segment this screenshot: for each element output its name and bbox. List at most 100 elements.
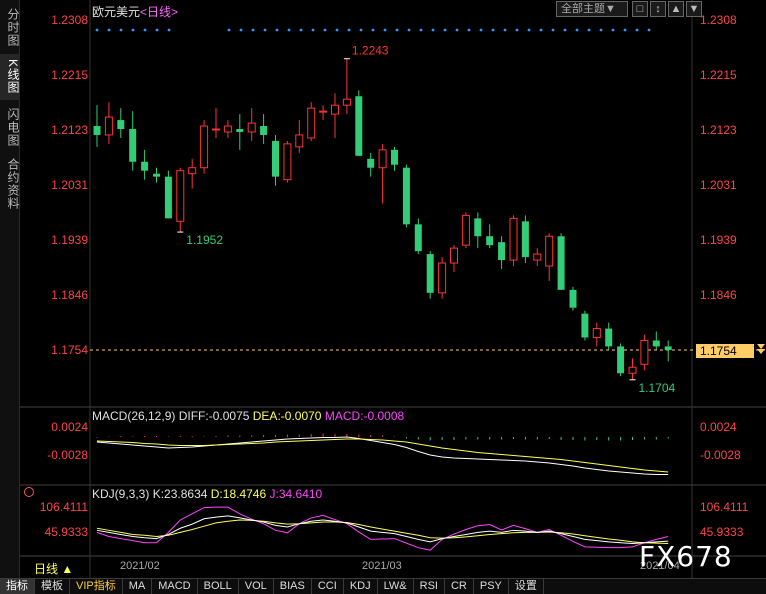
event-dot <box>635 28 639 32</box>
toolbar-cci[interactable]: CCI <box>312 579 344 594</box>
toolbar-vip-indicators[interactable]: VIP指标 <box>70 579 123 594</box>
theme-dropdown[interactable]: 全部主题▼ <box>556 1 628 17</box>
maximize-button[interactable]: □ <box>632 1 648 17</box>
candle-body <box>319 110 328 113</box>
low-price-label: 1.1952 <box>186 233 223 247</box>
kdj-axis-left-label: 106.4111 <box>39 500 88 514</box>
toolbar-ma[interactable]: MA <box>123 579 153 594</box>
symbol-name: 欧元美元 <box>92 5 141 19</box>
toolbar-rsi[interactable]: RSI <box>414 579 445 594</box>
candle-body <box>260 126 268 135</box>
toolbar-indicators[interactable]: 指标 <box>0 579 35 594</box>
kdj-k-value: K:23.8634 <box>152 487 208 501</box>
candle-body <box>129 129 137 162</box>
toolbar-templates[interactable]: 模板 <box>35 579 70 594</box>
price-axis-right-label: 1.2215 <box>700 68 737 82</box>
macd-axis-left-label: 0.0024 <box>51 420 88 434</box>
candle-body <box>402 167 410 225</box>
price-axis-left-label: 1.2123 <box>51 123 88 137</box>
candle-body <box>236 129 244 132</box>
event-dot <box>107 28 111 32</box>
candle-body <box>664 346 672 350</box>
price-axis-right-label: 1.1939 <box>700 233 737 247</box>
event-dot <box>455 28 459 32</box>
candle-body <box>307 107 316 139</box>
candle-body <box>104 116 113 136</box>
price-axis-right-label: 1.2308 <box>700 13 737 27</box>
event-dot <box>419 28 423 32</box>
indicator-settings-icon[interactable] <box>24 487 34 497</box>
event-dot <box>335 28 339 32</box>
toolbar-boll[interactable]: BOLL <box>198 579 239 594</box>
candle-body <box>617 346 625 374</box>
toolbar-psy[interactable]: PSY <box>474 579 509 594</box>
price-axis-right-label: 1.2123 <box>700 123 737 137</box>
candle-body <box>367 158 375 168</box>
event-dot <box>563 28 567 32</box>
candlestick-series[interactable]: 1.2243 1.1952 1.1704 <box>93 44 676 395</box>
macd-dea-value: DEA:-0.0070 <box>252 409 322 423</box>
candle-body <box>153 173 160 177</box>
toolbar-lwr[interactable]: LW& <box>378 579 414 594</box>
event-dot <box>407 28 411 32</box>
macd-header[interactable]: MACD(26,12,9) DIFF:-0.0075 DEA:-0.0070 M… <box>92 409 404 423</box>
current-price-arrow-icon <box>757 344 765 354</box>
candle-body <box>592 328 601 338</box>
toolbar-vol[interactable]: VOL <box>239 579 274 594</box>
candle-body <box>247 122 256 133</box>
chart-window: 分时图 K线图 闪电图 合约资料 1.2243 1.1952 1.1704 欧元美元… <box>0 0 766 594</box>
scroll-up-button[interactable]: ▲ <box>668 1 684 17</box>
event-dot <box>479 28 483 32</box>
indicator-toolbar: 指标 模板 VIP指标 MA MACD BOLL VOL BIAS CCI KD… <box>0 578 766 594</box>
kdj-header[interactable]: KDJ(9,3,3) K:23.8634 D:18.4746 J:34.6410 <box>92 487 322 501</box>
event-dot <box>263 28 267 32</box>
candle-body <box>569 289 577 308</box>
candle-body <box>117 120 125 130</box>
event-dot <box>119 28 123 32</box>
event-dot <box>527 28 531 32</box>
event-dot <box>587 28 591 32</box>
candle-body <box>141 161 149 171</box>
event-dot <box>467 28 471 32</box>
candle-body <box>272 140 279 177</box>
toolbar-cr[interactable]: CR <box>445 579 474 594</box>
candle-body <box>414 224 422 252</box>
high-price-label: 1.2243 <box>352 44 389 58</box>
candle-body <box>498 242 506 261</box>
event-dot <box>227 28 231 32</box>
toolbar-bias[interactable]: BIAS <box>274 579 312 594</box>
candle-body <box>438 262 447 294</box>
candle-body <box>355 96 363 156</box>
candle-body <box>164 176 172 219</box>
event-dot <box>167 28 171 32</box>
candle-body <box>652 340 660 347</box>
event-dot <box>251 28 255 32</box>
toolbar-macd[interactable]: MACD <box>152 579 198 594</box>
price-axis-left-label: 1.1939 <box>51 233 88 247</box>
kdj-axis-right-label: 106.4111 <box>700 500 749 514</box>
period-selector[interactable]: 日线 ▲ <box>20 560 90 577</box>
kdj-params: KDJ(9,3,3) <box>92 487 150 501</box>
date-label: 2021/03 <box>362 560 402 572</box>
event-dot <box>443 28 447 32</box>
toolbar-settings[interactable]: 设置 <box>509 579 544 594</box>
date-label: 2021/02 <box>120 560 160 572</box>
toolbar-kdj[interactable]: KDJ <box>344 579 378 594</box>
candle-body <box>331 104 339 115</box>
resize-button[interactable]: ↕ <box>650 1 666 17</box>
candle-body <box>605 328 613 347</box>
event-dot <box>95 28 99 32</box>
event-dots <box>95 28 651 32</box>
candle-body <box>521 221 529 258</box>
candle-body <box>474 218 482 237</box>
candle-body <box>283 143 292 181</box>
low-price-label: 1.1704 <box>639 381 676 395</box>
candle-body <box>223 125 232 133</box>
macd-axis-left-label: -0.0028 <box>47 448 88 462</box>
event-dot <box>647 28 651 32</box>
event-dot <box>287 28 291 32</box>
candle-body <box>450 247 458 264</box>
event-dot <box>239 28 243 32</box>
price-axis-left-label: 1.2308 <box>51 13 88 27</box>
event-dot <box>299 28 303 32</box>
